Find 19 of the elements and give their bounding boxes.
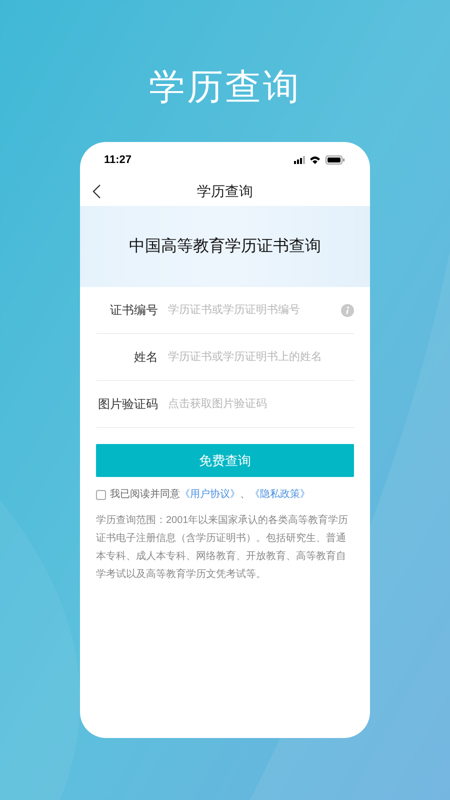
field-label: 姓名: [133, 349, 158, 366]
input-field[interactable]: 学历证书或学历证明书编号: [168, 302, 341, 318]
submit-button[interactable]: 免费查询: [96, 444, 354, 477]
field-label: 图片验证码: [97, 396, 158, 413]
headline: 学历查询: [149, 65, 301, 109]
banner-title: 中国高等教育学历证书查询: [129, 236, 321, 256]
field-label: 证书编号: [109, 302, 158, 319]
back-icon[interactable]: [92, 184, 101, 198]
policy-link[interactable]: 《用户协议》: [180, 489, 240, 500]
status-icons-drawing: [294, 155, 346, 165]
status-time: 11:27: [104, 152, 132, 168]
scope-note: 学历查询范围：2001年以来国家承认的各类高等教育学历证书电子注册信息（含学历证明书）。包括研究生、普通本专科、成人本专科、网络教育、开放教育、高等教育自学考试以及高等教育学历文凭考试等。: [96, 514, 350, 582]
consent-checkbox[interactable]: [96, 490, 106, 500]
consent-text: 我已阅读并同意《用户协议》、《隐私政策》: [110, 488, 310, 502]
input-field[interactable]: 学历证书或学历证明书上的姓名: [168, 348, 354, 366]
info-icon[interactable]: [341, 304, 354, 316]
input-field[interactable]: 点击获取图片验证码: [168, 396, 354, 412]
nav-title: 学历查询: [197, 182, 253, 200]
policy-link[interactable]: 《隐私政策》: [250, 489, 310, 500]
